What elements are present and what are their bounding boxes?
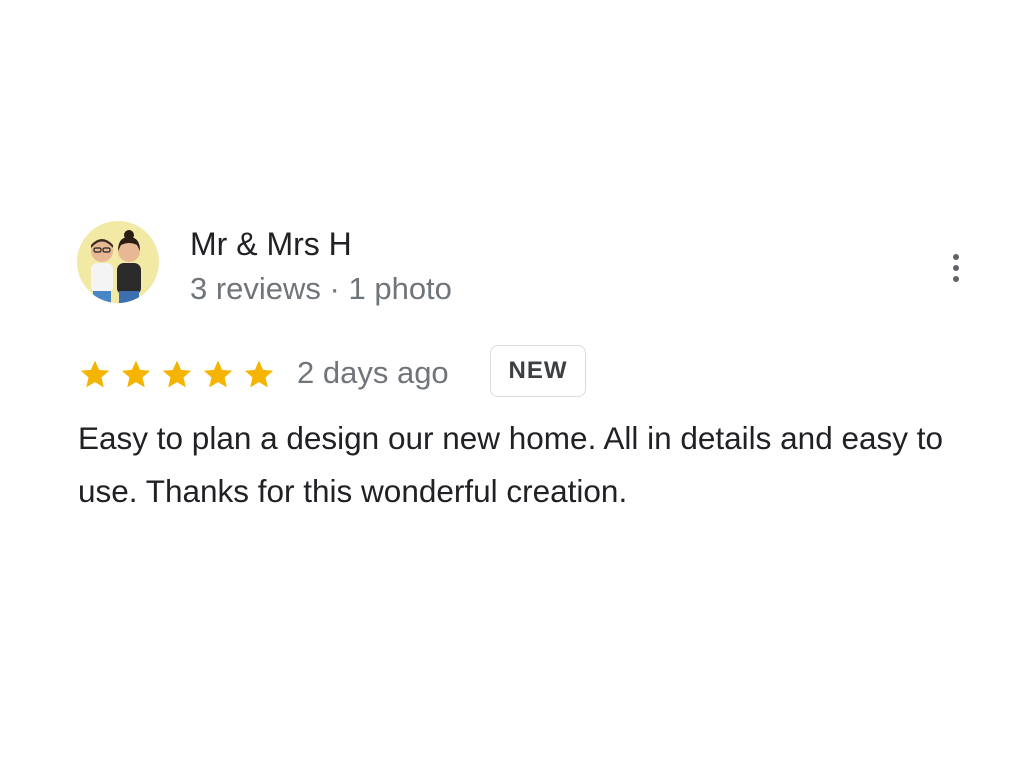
avatar-couple-image bbox=[91, 230, 141, 303]
star-icon bbox=[121, 360, 151, 388]
more-vert-icon bbox=[953, 254, 959, 260]
star-icon bbox=[80, 360, 110, 388]
new-badge: NEW bbox=[490, 345, 586, 397]
review-text: Easy to plan a design our new home. All … bbox=[78, 420, 944, 509]
review-date: 2 days ago bbox=[297, 355, 449, 390]
author-meta[interactable]: 3 reviews · 1 photo bbox=[190, 270, 452, 308]
star-rating bbox=[78, 352, 276, 396]
star-icon bbox=[244, 360, 274, 388]
star-icon bbox=[162, 360, 192, 388]
more-vert-icon-dot bbox=[953, 276, 959, 282]
star-icon bbox=[203, 360, 233, 388]
more-vert-icon-dot bbox=[953, 265, 959, 271]
avatar[interactable] bbox=[77, 221, 159, 303]
review-card: Mr & Mrs H 3 reviews · 1 photo 2 days ag… bbox=[0, 0, 1024, 768]
more-options-button[interactable] bbox=[938, 248, 974, 288]
author-name[interactable]: Mr & Mrs H bbox=[190, 225, 352, 263]
